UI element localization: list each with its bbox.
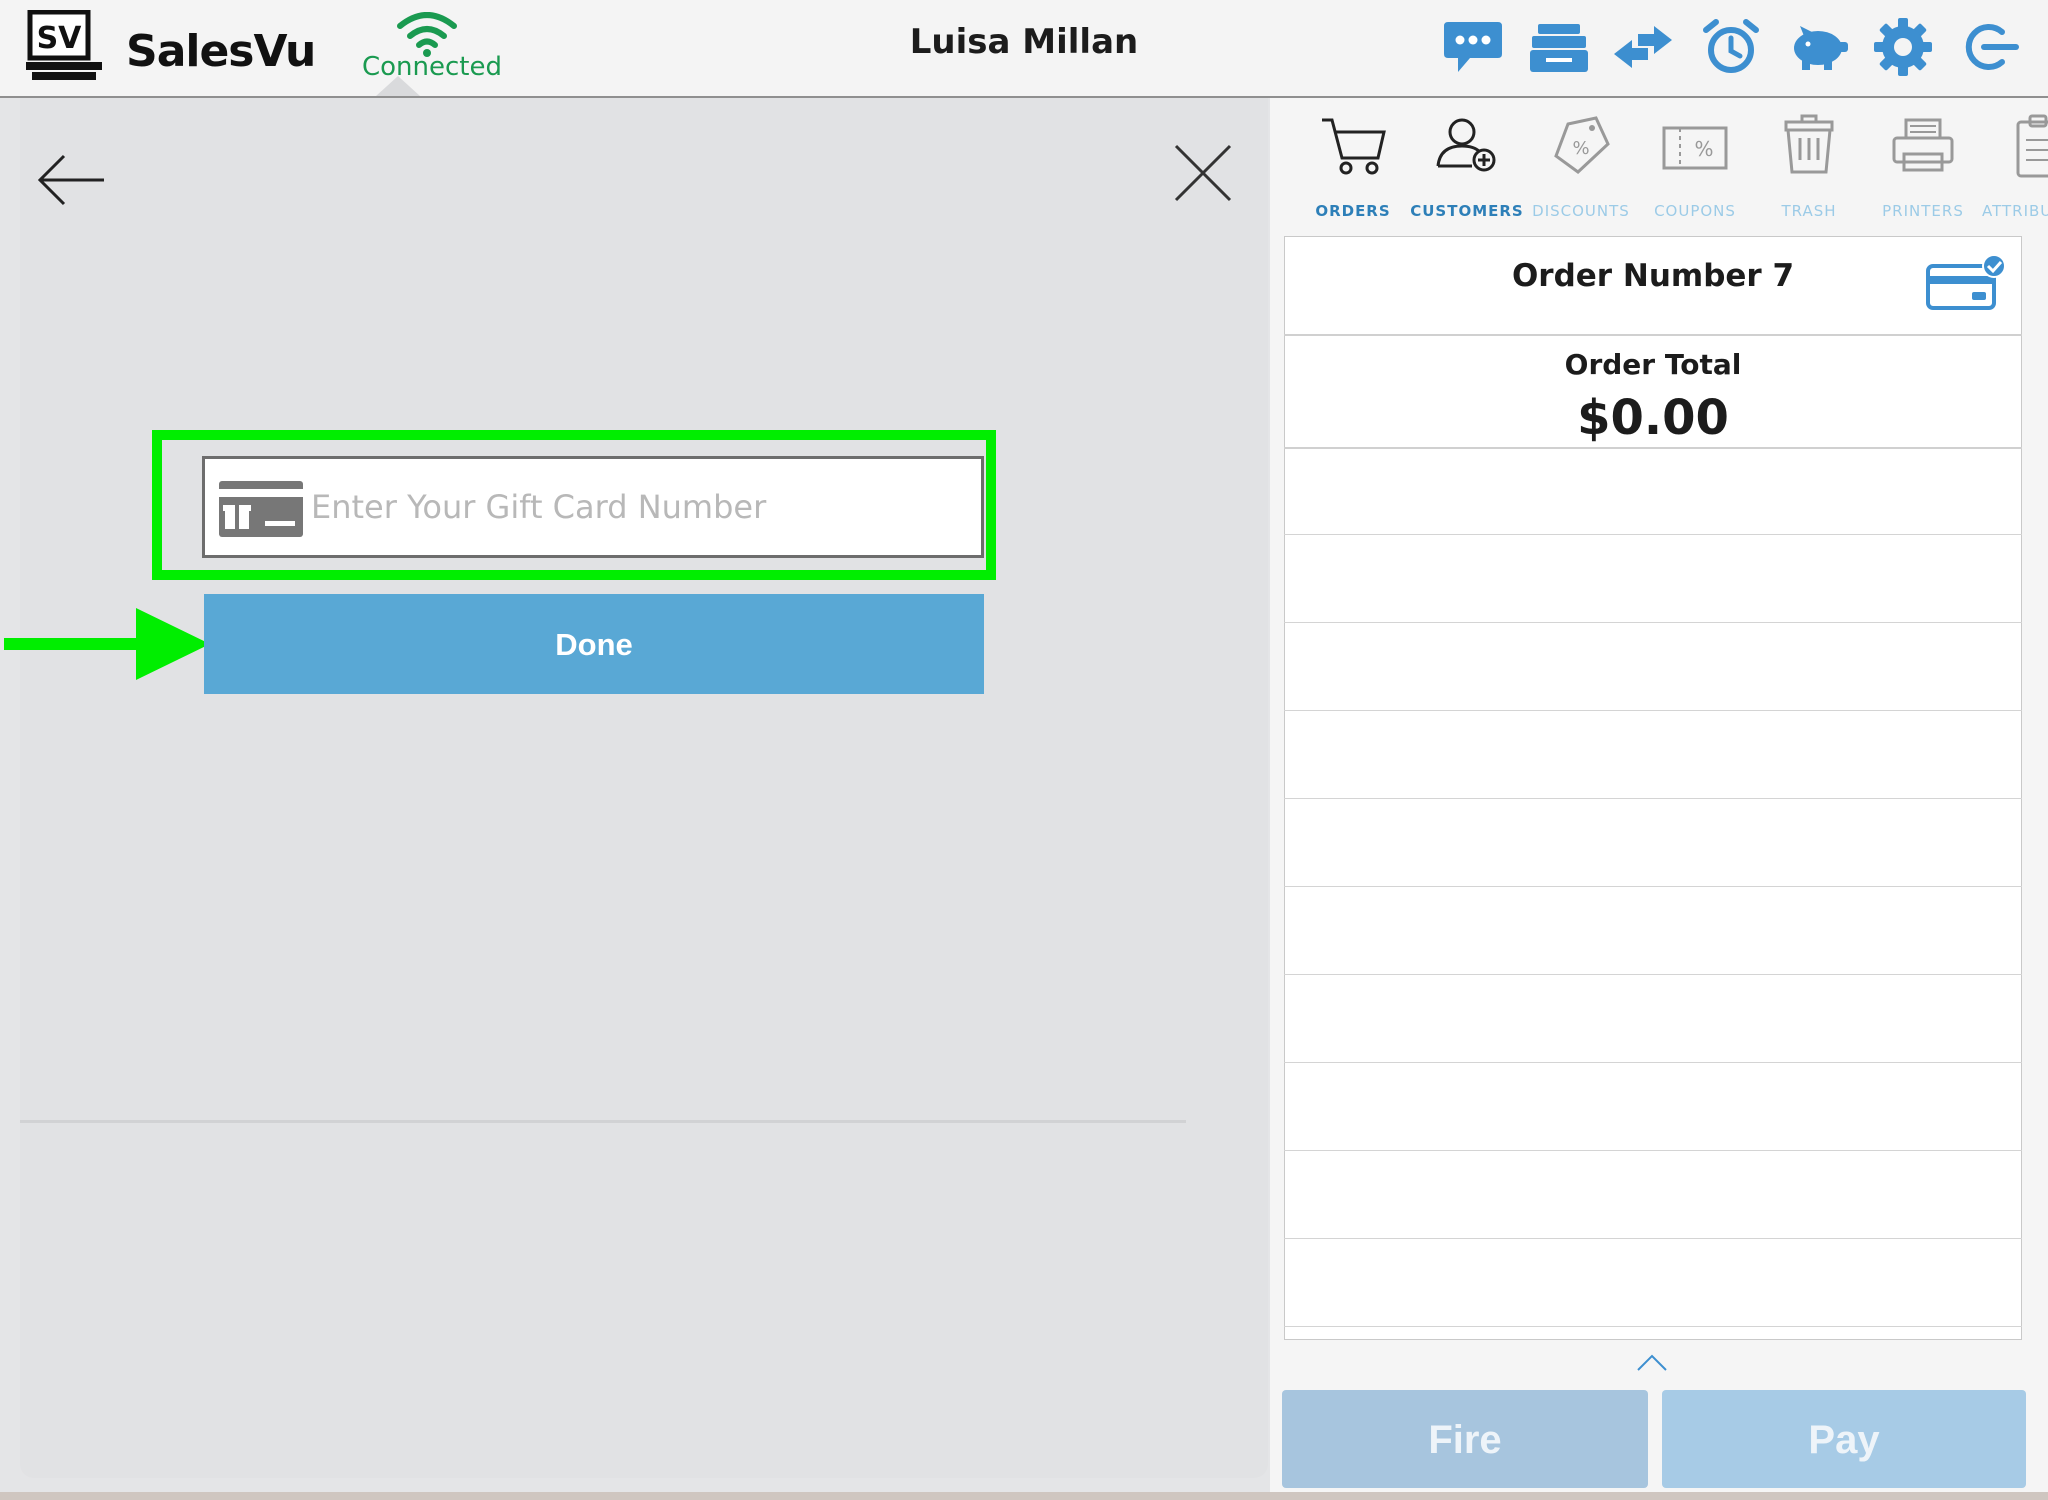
logo-text: SV (37, 21, 83, 56)
order-line-row (1284, 622, 2022, 623)
panel-divider (20, 1120, 1186, 1123)
cart-icon (1320, 114, 1386, 180)
gift-card-number-input[interactable] (305, 459, 981, 555)
logout-icon[interactable] (1956, 14, 2022, 80)
close-icon[interactable] (1172, 142, 1234, 204)
gear-icon[interactable] (1870, 14, 1936, 80)
gift-card-icon (219, 481, 303, 537)
order-line-row (1284, 1238, 2022, 1239)
fire-button[interactable]: Fire (1282, 1390, 1648, 1488)
order-line-row (1284, 886, 2022, 887)
user-name: Luisa Millan (909, 22, 1139, 62)
order-line-row (1284, 1062, 2022, 1063)
order-number: Order Number 7 (1511, 258, 1795, 294)
card-payment-icon[interactable] (1924, 254, 2008, 314)
printer-icon (1890, 114, 1956, 180)
green-pointer-arrow (4, 604, 210, 684)
order-line-row (1284, 974, 2022, 975)
add-customer-icon (1434, 114, 1500, 180)
order-line-row (1284, 534, 2022, 535)
discount-tag-icon: % (1548, 114, 1614, 180)
order-line-row (1284, 798, 2022, 799)
gift-card-field[interactable] (202, 456, 984, 558)
coupon-icon: % (1662, 114, 1728, 180)
order-total-value: $0.00 (1577, 390, 1729, 446)
trash-icon (1776, 114, 1842, 180)
cash-drawer-icon[interactable] (1526, 14, 1592, 80)
order-total-separator (1284, 447, 2022, 449)
alarm-clock-icon[interactable] (1698, 14, 1764, 80)
transfer-icon[interactable] (1610, 14, 1676, 80)
order-line-row (1284, 1326, 2022, 1327)
back-arrow-icon[interactable] (34, 142, 110, 218)
tab-attributes[interactable]: ATTRIBU (1982, 114, 2048, 224)
tab-printers[interactable]: PRINTERS (1868, 114, 1978, 224)
tab-attributes-label: ATTRIBU (1982, 202, 2048, 220)
chat-icon[interactable] (1440, 14, 1506, 80)
svg-text:%: % (1572, 138, 1589, 159)
order-header-separator (1284, 334, 2022, 336)
piggy-bank-icon[interactable] (1784, 14, 1850, 80)
bottom-strip (0, 1492, 2048, 1500)
popover-caret (376, 76, 420, 96)
tab-printers-label: PRINTERS (1882, 202, 1964, 220)
salesvu-logo: SV (26, 9, 102, 82)
order-total-label: Order Total (1564, 348, 1742, 381)
clipboard-icon (2004, 114, 2048, 180)
order-line-row (1284, 710, 2022, 711)
done-button[interactable]: Done (204, 594, 984, 694)
order-line-row (1284, 1150, 2022, 1151)
pay-button[interactable]: Pay (1662, 1390, 2026, 1488)
gift-card-panel (20, 98, 1268, 1478)
chevron-up-icon[interactable] (1636, 1352, 1668, 1374)
brand-name: SalesVu (126, 26, 316, 77)
svg-text:%: % (1694, 137, 1713, 161)
